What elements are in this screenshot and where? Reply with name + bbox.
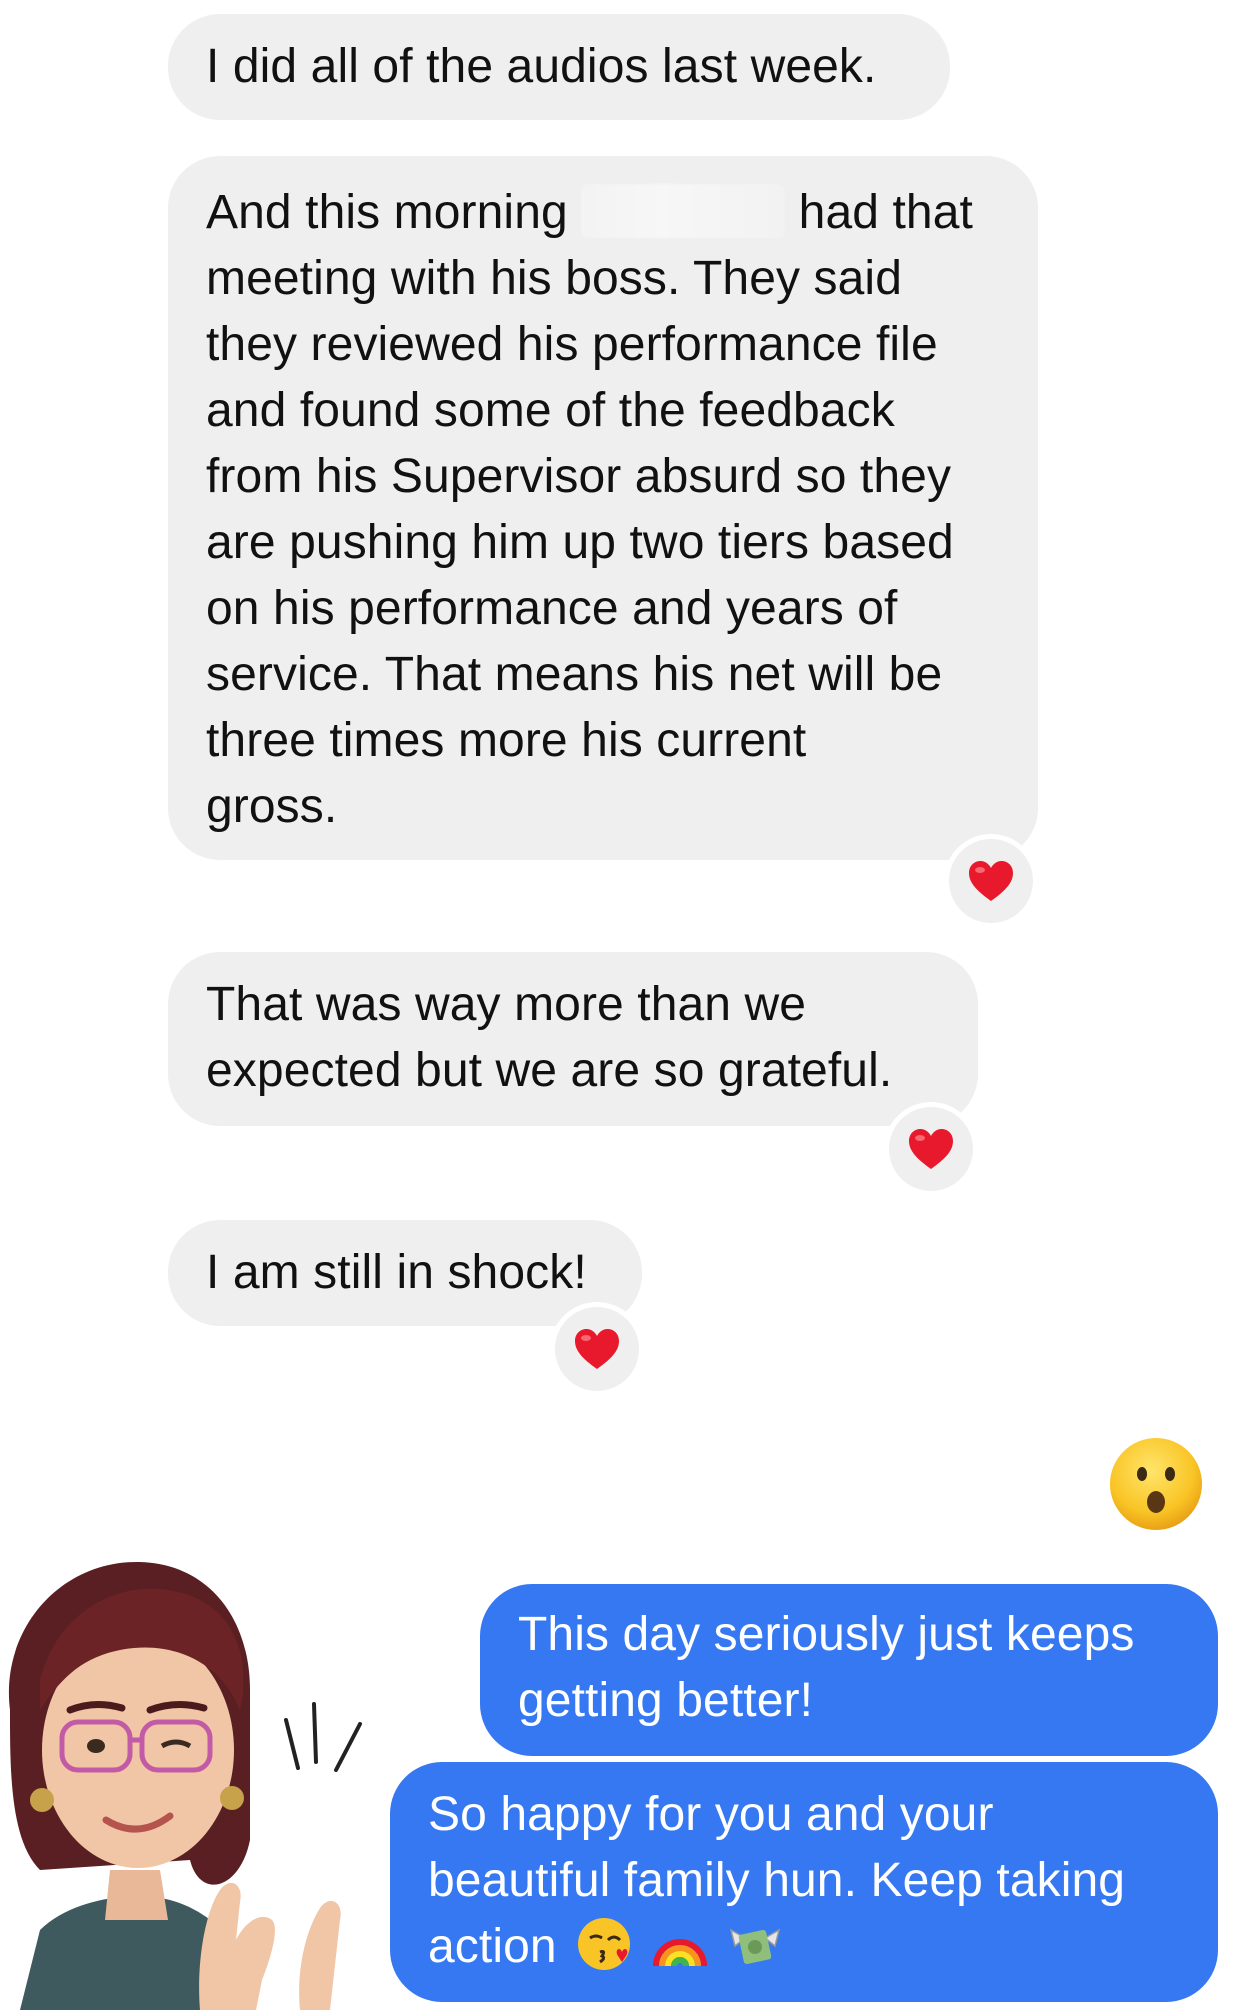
message-bubble-incoming[interactable]: And this morning had that meeting with h…	[168, 156, 1038, 860]
message-text-line: gross.	[206, 780, 338, 833]
message-text-line: action	[428, 1914, 1180, 1980]
message-text-line: So happy for you and your	[428, 1788, 994, 1841]
message-text-line: meeting with his boss. They said	[206, 252, 902, 305]
message-text: And this morning	[206, 186, 568, 239]
heart-reaction[interactable]	[944, 834, 1038, 928]
heart-icon	[575, 1329, 619, 1369]
heart-icon	[909, 1129, 953, 1169]
message-text-line: three times more his current	[206, 714, 807, 767]
rainbow-emoji	[652, 1939, 707, 1967]
heart-reaction[interactable]	[884, 1102, 978, 1196]
message-text-line: This day seriously just keeps	[518, 1608, 1135, 1661]
message-text-line: from his Supervisor absurd so they	[206, 450, 952, 503]
astonished-face-emoji[interactable]	[1108, 1436, 1204, 1532]
heart-reaction[interactable]	[550, 1302, 644, 1396]
message-bubble-incoming[interactable]: I did all of the audios last week.	[168, 14, 950, 120]
message-text-line: and found some of the feedback	[206, 384, 895, 437]
message-bubble-outgoing[interactable]: This day seriously just keeps getting be…	[480, 1584, 1218, 1756]
message-text-line: service. That means his net will be	[206, 648, 943, 701]
message-text-line: are pushing him up two tiers based	[206, 516, 954, 569]
excitement-lines-icon	[284, 1702, 362, 1772]
redacted-name	[581, 184, 786, 238]
chat-thread: I did all of the audios last week. And t…	[0, 0, 1242, 2010]
message-text-line: they reviewed his performance file	[206, 318, 938, 371]
kissing-face-emoji	[578, 1918, 631, 1970]
message-text: I did all of the audios last week.	[206, 40, 877, 93]
message-text: I am still in shock!	[206, 1246, 587, 1299]
message-text-line: expected but we are so grateful.	[206, 1044, 893, 1097]
heart-icon	[969, 861, 1013, 901]
message-bubble-outgoing[interactable]: So happy for you and your beautiful fami…	[390, 1762, 1218, 2002]
message-text: had that	[798, 186, 973, 239]
message-text-line: And this morning had that	[206, 180, 1000, 246]
money-with-wings-emoji	[729, 1928, 781, 1965]
message-text-line: That was way more than we	[206, 978, 807, 1031]
message-text-line: getting better!	[518, 1674, 814, 1727]
message-text: action	[428, 1920, 557, 1973]
message-bubble-incoming[interactable]: That was way more than we expected but w…	[168, 952, 978, 1126]
message-text-line: beautiful family hun. Keep taking	[428, 1854, 1126, 1907]
message-text-line: on his performance and years of	[206, 582, 898, 635]
